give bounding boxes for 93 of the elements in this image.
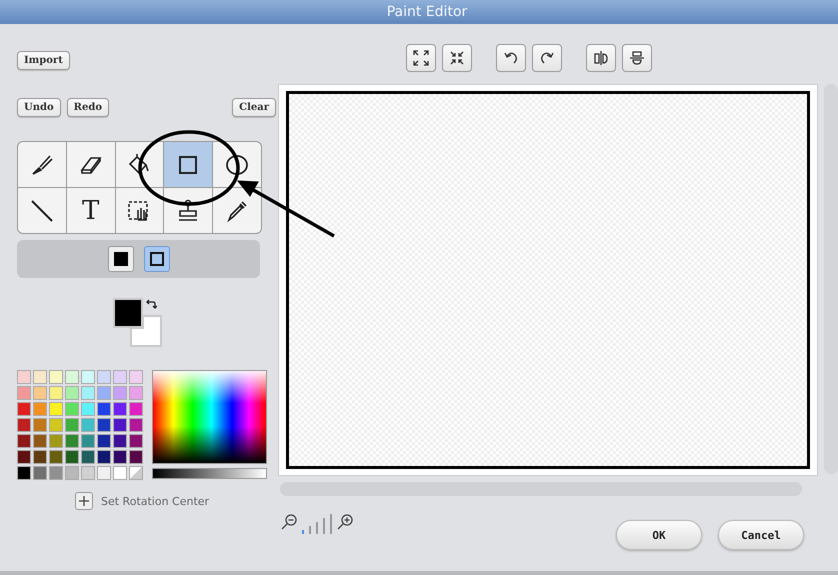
cancel-button[interactable]: Cancel — [718, 520, 804, 550]
rectangle-tool[interactable] — [164, 142, 212, 187]
outline-mode-button[interactable] — [144, 246, 170, 272]
line-icon — [28, 198, 55, 224]
color-swatch[interactable] — [33, 386, 47, 400]
shrink-button[interactable] — [442, 44, 472, 72]
color-swatch[interactable] — [113, 386, 127, 400]
color-swatch[interactable] — [17, 386, 31, 400]
color-swatch[interactable] — [65, 434, 79, 448]
text-tool[interactable]: T — [66, 188, 115, 233]
color-swatch[interactable] — [81, 434, 95, 448]
eyedropper-tool[interactable] — [213, 188, 261, 233]
color-swatch[interactable] — [65, 450, 79, 464]
shade-strip[interactable] — [152, 468, 267, 479]
stamp-tool[interactable] — [164, 188, 212, 233]
color-swatch[interactable] — [33, 434, 47, 448]
color-swatch[interactable] — [49, 402, 63, 416]
line-tool[interactable] — [18, 188, 66, 233]
color-swatch[interactable] — [49, 418, 63, 432]
zoom-out-icon[interactable] — [280, 513, 298, 531]
color-swatch[interactable] — [113, 418, 127, 432]
color-swatch[interactable] — [33, 466, 47, 480]
clear-button[interactable]: Clear — [232, 98, 276, 117]
color-swatch[interactable] — [49, 370, 63, 384]
fill-tool[interactable] — [116, 142, 164, 187]
color-swatch[interactable] — [113, 450, 127, 464]
color-swatch[interactable] — [97, 466, 111, 480]
foreground-color-swatch[interactable] — [112, 298, 142, 328]
filled-mode-button[interactable] — [108, 246, 134, 272]
grow-icon — [412, 49, 430, 67]
color-swatch[interactable] — [129, 370, 143, 384]
color-swatch[interactable] — [113, 370, 127, 384]
color-swatch[interactable] — [65, 402, 79, 416]
zoom-in-icon[interactable] — [336, 513, 354, 531]
color-swatch[interactable] — [65, 418, 79, 432]
color-swatch[interactable] — [17, 466, 31, 480]
color-swatch[interactable] — [129, 450, 143, 464]
color-swatch[interactable] — [49, 386, 63, 400]
color-swatch[interactable] — [113, 466, 127, 480]
color-spectrum[interactable] — [152, 370, 267, 464]
color-swatch[interactable] — [97, 370, 111, 384]
flip-horizontal-icon — [592, 49, 610, 67]
flip-vertical-button[interactable] — [622, 44, 652, 72]
window-title: Paint Editor — [386, 4, 468, 20]
swap-icon[interactable] — [144, 298, 156, 310]
color-swatch[interactable] — [81, 386, 95, 400]
color-swatch[interactable] — [113, 434, 127, 448]
color-swatch[interactable] — [49, 466, 63, 480]
color-swatch[interactable] — [49, 450, 63, 464]
color-swatch[interactable] — [33, 370, 47, 384]
color-swatch[interactable] — [129, 402, 143, 416]
rotate-left-button[interactable] — [496, 44, 526, 72]
redo-button[interactable]: Redo — [66, 98, 109, 117]
color-swatch[interactable] — [65, 386, 79, 400]
color-swatch[interactable] — [81, 402, 95, 416]
color-swatch[interactable] — [97, 434, 111, 448]
color-swatch[interactable] — [129, 434, 143, 448]
color-swatch[interactable] — [17, 370, 31, 384]
set-rotation-center-label[interactable]: Set Rotation Center — [101, 494, 210, 508]
flip-vertical-icon — [628, 49, 646, 67]
color-swatch[interactable] — [129, 418, 143, 432]
transparent-swatch[interactable] — [129, 466, 143, 480]
color-swatch[interactable] — [17, 402, 31, 416]
color-swatch[interactable] — [17, 434, 31, 448]
plus-icon[interactable] — [75, 492, 93, 510]
color-swatch[interactable] — [97, 418, 111, 432]
undo-button[interactable]: Undo — [17, 98, 61, 117]
grow-button[interactable] — [406, 44, 436, 72]
color-swatch[interactable] — [17, 450, 31, 464]
import-button[interactable]: Import — [17, 51, 70, 70]
rotate-right-button[interactable] — [532, 44, 562, 72]
flip-horizontal-button[interactable] — [586, 44, 616, 72]
color-swatch[interactable] — [33, 402, 47, 416]
brush-tool[interactable] — [18, 142, 66, 187]
color-swatch[interactable] — [97, 386, 111, 400]
color-swatch[interactable] — [97, 402, 111, 416]
color-swatch[interactable] — [81, 466, 95, 480]
color-swatch[interactable] — [81, 418, 95, 432]
color-swatch[interactable] — [33, 418, 47, 432]
ok-button[interactable]: OK — [616, 520, 702, 550]
color-swatch[interactable] — [81, 450, 95, 464]
select-tool[interactable] — [116, 188, 164, 233]
shrink-icon — [448, 49, 466, 67]
color-swatch[interactable] — [113, 402, 127, 416]
color-swatch[interactable] — [81, 370, 95, 384]
color-swatch[interactable] — [33, 450, 47, 464]
color-swatch[interactable] — [97, 450, 111, 464]
eraser-tool[interactable] — [66, 142, 115, 187]
color-swatch[interactable] — [49, 434, 63, 448]
color-swatch[interactable] — [65, 466, 79, 480]
color-swatch[interactable] — [129, 386, 143, 400]
color-swatch[interactable] — [65, 370, 79, 384]
color-swatch[interactable] — [17, 418, 31, 432]
